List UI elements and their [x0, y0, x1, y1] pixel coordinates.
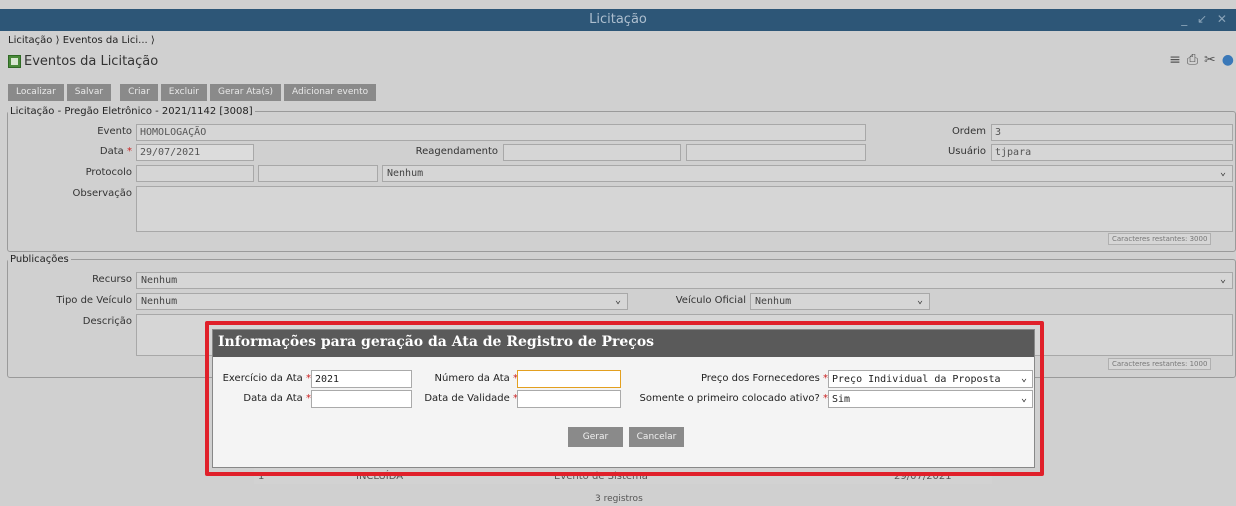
chevron-down-icon: ⌄: [1020, 373, 1027, 384]
page-title: Eventos da Licitação: [8, 54, 158, 69]
tools-icon[interactable]: ✂: [1204, 52, 1216, 68]
usuario-label: Usuário: [947, 146, 986, 157]
criar-button[interactable]: Criar: [120, 84, 158, 101]
page-title-text: Eventos da Licitação: [24, 54, 159, 69]
exercicio-input[interactable]: 2021: [311, 370, 412, 388]
protocolo-field-1[interactable]: [136, 165, 254, 182]
window-titlebar: Licitação _ ↙ ✕: [0, 9, 1236, 31]
chevron-down-icon: ⌄: [614, 295, 621, 306]
data-ata-input[interactable]: [311, 390, 412, 408]
records-count: 3 registros: [595, 494, 643, 504]
descricao-char-count: Caracteres restantes: 1000: [1108, 358, 1212, 370]
recurso-select[interactable]: Nenhum ⌄: [136, 272, 1233, 289]
evento-field: HOMOLOGAÇÃO: [136, 124, 866, 141]
protocolo-label: Protocolo: [85, 167, 132, 178]
chevron-down-icon: ⌄: [1219, 274, 1226, 285]
action-toolbar: Localizar Salvar Criar Excluir Gerar Ata…: [8, 84, 377, 101]
preco-fornecedores-label: Preço dos Fornecedores *: [700, 373, 828, 384]
publicacoes-legend: Publicações: [10, 254, 69, 265]
preco-fornecedores-value: Preço Individual da Proposta: [832, 374, 1001, 385]
primeiro-colocado-select[interactable]: Sim ⌄: [828, 390, 1033, 408]
calendar-icon: [8, 55, 21, 68]
veiculo-oficial-select-value: Nenhum: [755, 296, 792, 307]
localizar-button[interactable]: Localizar: [8, 84, 64, 101]
dialog-title: Informações para geração da Ata de Regis…: [213, 330, 1034, 357]
observacao-textarea[interactable]: [136, 186, 1233, 232]
window-controls[interactable]: _ ↙ ✕: [1181, 12, 1230, 26]
data-label: Data *: [99, 146, 132, 157]
numero-ata-label: Número da Ata *: [434, 373, 518, 384]
recurso-label: Recurso: [92, 274, 132, 285]
usuario-field: tjpara: [991, 144, 1233, 161]
protocolo-select[interactable]: Nenhum ⌄: [382, 165, 1233, 182]
tipo-veiculo-select[interactable]: Nenhum ⌄: [136, 293, 628, 310]
primeiro-colocado-label: Somente o primeiro colocado ativo? *: [639, 393, 829, 404]
numero-ata-input[interactable]: [517, 370, 621, 388]
data-ata-label: Data da Ata *: [243, 393, 311, 404]
gerar-button[interactable]: Gerar: [568, 427, 623, 447]
reagendamento-time-field[interactable]: [686, 144, 866, 161]
data-validade-label: Data de Validade *: [424, 393, 518, 404]
salvar-button[interactable]: Salvar: [66, 84, 112, 101]
recurso-select-value: Nenhum: [141, 275, 178, 286]
print-icon[interactable]: ⎙: [1187, 52, 1198, 68]
breadcrumb-separator: ⟩: [55, 35, 63, 46]
adicionar-evento-button[interactable]: Adicionar evento: [284, 84, 377, 101]
help-icon[interactable]: ●: [1222, 52, 1234, 68]
chevron-down-icon: ⌄: [1219, 167, 1226, 178]
ordem-field: 3: [991, 124, 1233, 141]
exercicio-label: Exercício da Ata *: [222, 373, 311, 384]
veiculo-oficial-select[interactable]: Nenhum ⌄: [750, 293, 930, 310]
reagendamento-label: Reagendamento: [415, 146, 498, 157]
data-field[interactable]: 29/07/2021: [136, 144, 254, 161]
excluir-button[interactable]: Excluir: [160, 84, 207, 101]
observacao-label: Observação: [72, 188, 132, 199]
menu-icon[interactable]: ≡: [1169, 52, 1181, 68]
tipo-veiculo-label: Tipo de Veículo: [56, 295, 132, 306]
breadcrumb-item-eventos[interactable]: Eventos da Lici...: [63, 35, 148, 46]
primeiro-colocado-value: Sim: [832, 394, 851, 405]
licitacao-legend: Licitação - Pregão Eletrônico - 2021/114…: [10, 106, 253, 117]
breadcrumb-separator: ⟩: [150, 35, 155, 46]
breadcrumb: Licitação ⟩ Eventos da Lici... ⟩: [8, 35, 155, 46]
tipo-veiculo-select-value: Nenhum: [141, 296, 178, 307]
evento-label: Evento: [97, 126, 132, 137]
descricao-label: Descrição: [82, 316, 132, 327]
page-tools: ≡ ⎙ ✂ ●: [1169, 52, 1234, 68]
protocolo-field-2[interactable]: [258, 165, 378, 182]
chevron-down-icon: ⌄: [916, 295, 923, 306]
observacao-char-count: Caracteres restantes: 3000: [1108, 233, 1212, 245]
breadcrumb-item-licitacao[interactable]: Licitação: [8, 35, 52, 46]
preco-fornecedores-select[interactable]: Preço Individual da Proposta ⌄: [828, 370, 1033, 388]
chevron-down-icon: ⌄: [1020, 393, 1027, 404]
data-validade-input[interactable]: [517, 390, 621, 408]
cancelar-button[interactable]: Cancelar: [629, 427, 684, 447]
window-title: Licitação: [589, 12, 647, 27]
ordem-label: Ordem: [951, 126, 986, 137]
protocolo-select-value: Nenhum: [387, 168, 424, 179]
veiculo-oficial-label: Veículo Oficial: [675, 295, 746, 306]
reagendamento-date-field[interactable]: [503, 144, 681, 161]
gerar-atas-button[interactable]: Gerar Ata(s): [209, 84, 282, 101]
ata-dialog: Informações para geração da Ata de Regis…: [212, 329, 1035, 468]
